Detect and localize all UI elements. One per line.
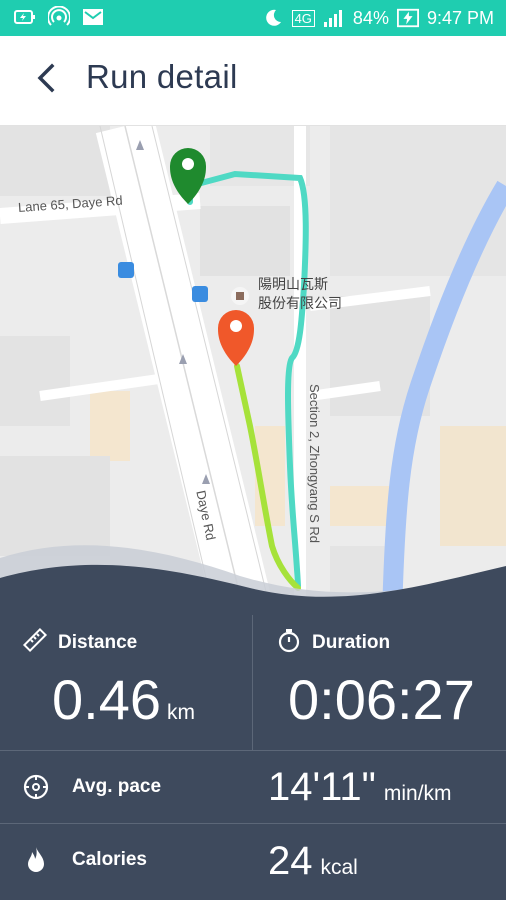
distance-value-wrap: 0.46 km <box>52 667 195 732</box>
flame-icon <box>22 845 50 873</box>
app-bar: Run detail <box>0 36 506 126</box>
stopwatch-icon <box>276 627 302 659</box>
page-title: Run detail <box>86 58 238 95</box>
calories-label: Calories <box>72 849 147 870</box>
network-type: 4G <box>291 9 315 27</box>
poi-line-1: 陽明山瓦斯 <box>258 276 328 292</box>
calories-unit: kcal <box>320 856 358 879</box>
duration-label: Duration <box>312 632 391 653</box>
poi-line-2: 股份有限公司 <box>258 295 342 311</box>
pace-value: 14'11" <box>268 765 376 809</box>
chevron-left-icon <box>34 63 58 98</box>
duration-header: Duration <box>276 627 390 659</box>
distance-label: Distance <box>58 632 138 653</box>
mail-icon <box>82 6 104 28</box>
charging-icon <box>396 7 419 29</box>
back-button[interactable] <box>24 58 68 102</box>
stats-divider-vertical <box>252 615 253 751</box>
battery-saver-icon <box>14 6 36 28</box>
distance-value: 0.46 <box>52 668 161 731</box>
ruler-icon <box>22 627 48 659</box>
map-label-poi: 陽明山瓦斯 股份有限公司 <box>258 275 342 313</box>
map-label-zhongyang: Section 2, Zhongyang S Rd <box>307 384 322 543</box>
signal-icon <box>323 7 345 29</box>
calories-value: 24 <box>268 839 313 883</box>
distance-unit: km <box>167 701 195 724</box>
pace-unit: min/km <box>383 782 452 805</box>
distance-header: Distance <box>22 627 137 659</box>
status-bar: 4G 84% 9:47 PM <box>0 0 506 36</box>
pace-icon <box>22 773 50 801</box>
battery-percent: 84% <box>352 7 389 28</box>
moon-icon <box>262 7 284 29</box>
stats-divider-1 <box>0 750 506 751</box>
stats-panel: Distance 0.46 km Duration 0:06:27 Avg. pa… <box>0 615 506 900</box>
wave-decoration <box>0 545 506 618</box>
pace-value-wrap: 14'11" min/km <box>268 765 452 810</box>
calories-value-wrap: 24 kcal <box>268 839 358 884</box>
clock: 9:47 PM <box>426 7 494 28</box>
hotspot-icon <box>48 6 70 28</box>
stats-divider-2 <box>0 823 506 824</box>
duration-value: 0:06:27 <box>288 668 475 731</box>
pace-label: Avg. pace <box>72 776 162 797</box>
